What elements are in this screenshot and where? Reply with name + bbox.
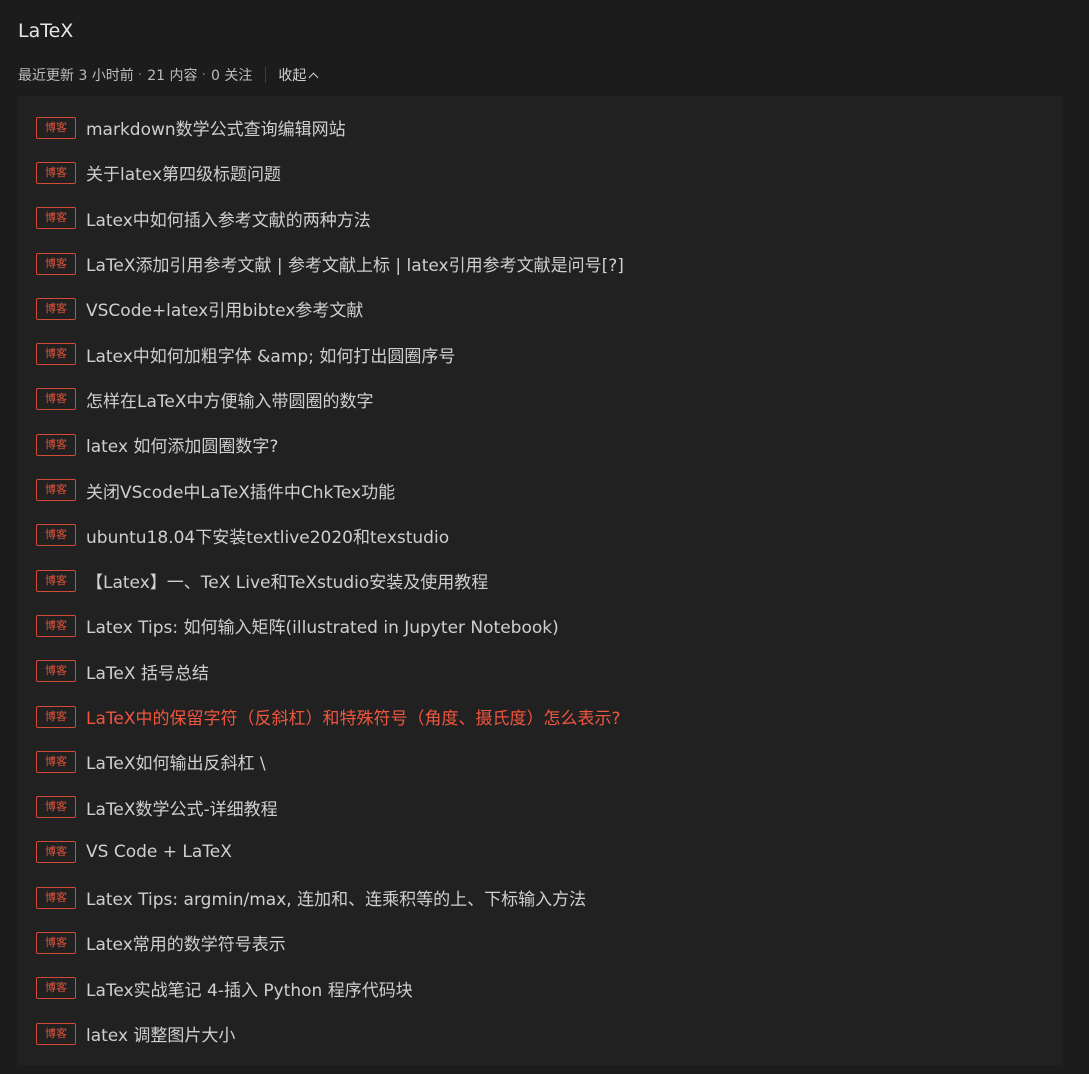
blog-badge: 博客 [36, 931, 76, 954]
collapse-button[interactable]: 收起 [278, 65, 319, 85]
article-title-link[interactable]: 关于latex第四级标题问题 [86, 160, 281, 185]
column-meta: 最近更新 3 小时前 · 21 内容 · 0 关注 收起 [18, 64, 319, 86]
article-list-item[interactable]: 博客 关于latex第四级标题问题 [18, 150, 1062, 195]
article-list-item[interactable]: 博客 Latex Tips: argmin/max, 连加和、连乘积等的上、下标输… [18, 875, 1062, 920]
blog-badge: 博客 [36, 161, 76, 184]
article-title-link[interactable]: Latex中如何加粗字体 &amp; 如何打出圆圈序号 [86, 342, 455, 367]
article-list-item[interactable]: 博客 LaTeX添加引用参考文献 | 参考文献上标 | latex引用参考文献是问… [18, 241, 1062, 286]
article-title-link[interactable]: markdown数学公式查询编辑网站 [86, 115, 346, 140]
blog-badge: 博客 [36, 977, 76, 1000]
article-title-link[interactable]: VSCode+latex引用bibtex参考文献 [86, 296, 363, 321]
page-title: LaTeX [18, 20, 74, 42]
chevron-up-icon [308, 72, 319, 82]
article-title-link[interactable]: LaTeX添加引用参考文献 | 参考文献上标 | latex引用参考文献是问号[… [86, 251, 624, 276]
article-list-item[interactable]: 博客 LaTeX 括号总结 [18, 649, 1062, 694]
article-list-item[interactable]: 博客 Latex Tips: 如何输入矩阵(illustrated in Jupy… [18, 603, 1062, 648]
article-list-item[interactable]: 博客 Latex常用的数学符号表示 [18, 920, 1062, 965]
article-list-item[interactable]: 博客 ubuntu18.04下安装textlive2020和texstudio [18, 513, 1062, 558]
article-list-item[interactable]: 博客 markdown数学公式查询编辑网站 [18, 105, 1062, 150]
article-title-link[interactable]: latex 如何添加圆圈数字? [86, 432, 278, 457]
article-list-item[interactable]: 博客 Latex中如何插入参考文献的两种方法 [18, 196, 1062, 241]
article-title-link[interactable]: LaTeX如何输出反斜杠 \ [86, 749, 266, 774]
blog-badge: 博客 [36, 116, 76, 139]
article-list-item[interactable]: 博客 LaTeX数学公式-详细教程 [18, 784, 1062, 829]
blog-badge: 博客 [36, 479, 76, 502]
blog-badge: 博客 [36, 252, 76, 275]
blog-badge: 博客 [36, 750, 76, 773]
meta-separator-dot: · [137, 67, 143, 83]
collapse-label: 收起 [278, 68, 307, 84]
blog-badge: 博客 [36, 614, 76, 637]
blog-badge: 博客 [36, 343, 76, 366]
blog-badge: 博客 [36, 388, 76, 411]
blog-badge: 博客 [36, 841, 76, 864]
article-title-link[interactable]: ubuntu18.04下安装textlive2020和texstudio [86, 523, 449, 548]
article-list-item[interactable]: 博客 关闭VScode中LaTeX插件中ChkTex功能 [18, 467, 1062, 512]
follow-count: 0 关注 [210, 68, 253, 84]
blog-badge: 博客 [36, 705, 76, 728]
blog-badge: 博客 [36, 524, 76, 547]
article-list-item[interactable]: 博客 LaTeX中的保留字符（反斜杠）和特殊符号（角度、摄氏度）怎么表示? [18, 694, 1062, 739]
article-list-item[interactable]: 博客 Latex中如何加粗字体 &amp; 如何打出圆圈序号 [18, 331, 1062, 376]
article-title-link[interactable]: 关闭VScode中LaTeX插件中ChkTex功能 [86, 478, 395, 503]
content-count: 21 内容 [147, 68, 198, 84]
article-list: 博客 markdown数学公式查询编辑网站 博客 关于latex第四级标题问题 博客 La… [18, 96, 1062, 1065]
article-list-item[interactable]: 博客 怎样在LaTeX中方便输入带圆圈的数字 [18, 377, 1062, 422]
article-title-link[interactable]: Latex中如何插入参考文献的两种方法 [86, 206, 371, 231]
meta-separator-dot: · [201, 67, 206, 83]
article-title-link[interactable]: LaTeX 括号总结 [86, 659, 209, 684]
article-title-link[interactable]: 怎样在LaTeX中方便输入带圆圈的数字 [86, 387, 374, 412]
article-list-item[interactable]: 博客 latex 调整图片大小 [18, 1011, 1062, 1056]
article-title-link[interactable]: Latex Tips: 如何输入矩阵(illustrated in Jupyte… [86, 613, 559, 638]
article-title-link[interactable]: Latex常用的数学符号表示 [86, 930, 286, 955]
column-page: LaTeX 最近更新 3 小时前 · 21 内容 · 0 关注 收起 博客 mar… [0, 0, 1089, 1074]
blog-badge: 博客 [36, 886, 76, 909]
blog-badge: 博客 [36, 569, 76, 592]
article-title-link[interactable]: LaTeX中的保留字符（反斜杠）和特殊符号（角度、摄氏度）怎么表示? [86, 704, 621, 729]
article-title-link[interactable]: 【Latex】一、TeX Live和TeXstudio安装及使用教程 [86, 568, 488, 593]
article-list-item[interactable]: 博客 VSCode+latex引用bibtex参考文献 [18, 286, 1062, 331]
article-list-item[interactable]: 博客 LaTex实战笔记 4-插入 Python 程序代码块 [18, 966, 1062, 1011]
article-list-item[interactable]: 博客 latex 如何添加圆圈数字? [18, 422, 1062, 467]
article-list-item[interactable]: 博客 VS Code + LaTeX [18, 830, 1062, 875]
blog-badge: 博客 [36, 433, 76, 456]
blog-badge: 博客 [36, 297, 76, 320]
article-list-item[interactable]: 博客 LaTeX如何输出反斜杠 \ [18, 739, 1062, 784]
article-title-link[interactable]: LaTeX数学公式-详细教程 [86, 795, 278, 820]
article-title-link[interactable]: LaTex实战笔记 4-插入 Python 程序代码块 [86, 976, 413, 1001]
article-title-link[interactable]: Latex Tips: argmin/max, 连加和、连乘积等的上、下标输入方… [86, 885, 586, 910]
meta-divider [265, 67, 267, 83]
blog-badge: 博客 [36, 796, 76, 819]
last-updated-text: 最近更新 3 小时前 [18, 68, 134, 84]
article-list-item[interactable]: 博客 【Latex】一、TeX Live和TeXstudio安装及使用教程 [18, 558, 1062, 603]
blog-badge: 博客 [36, 207, 76, 230]
blog-badge: 博客 [36, 1022, 76, 1045]
article-title-link[interactable]: VS Code + LaTeX [86, 842, 232, 862]
article-title-link[interactable]: latex 调整图片大小 [86, 1021, 235, 1046]
blog-badge: 博客 [36, 660, 76, 683]
